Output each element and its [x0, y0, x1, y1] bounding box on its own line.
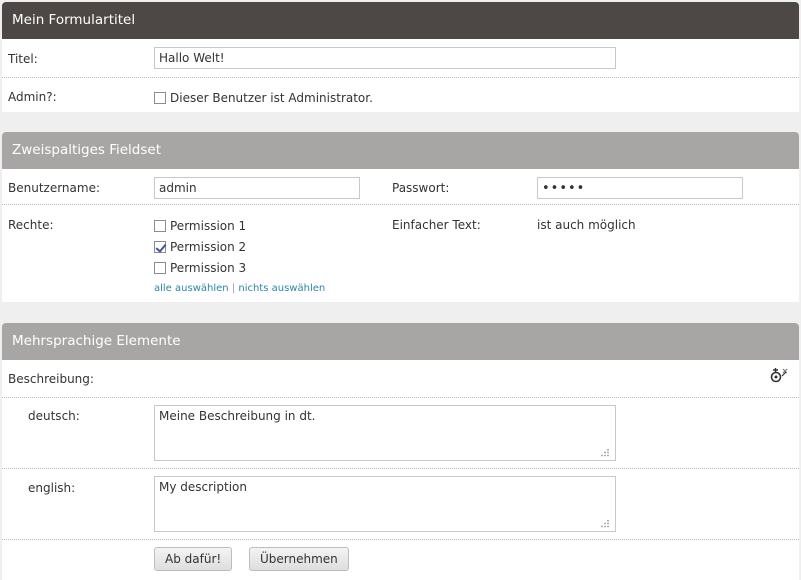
permission-1-label: Permission 1	[170, 219, 247, 233]
button-row: Ab dafür! Übernehmen	[2, 539, 799, 580]
language-row-en: english: My description	[2, 468, 799, 539]
language-label-en: english:	[28, 481, 76, 495]
language-row-de: deutsch: Meine Beschreibung in dt.	[2, 397, 799, 468]
language-toggle-icon[interactable]	[770, 366, 790, 384]
title-label: Titel:	[8, 52, 38, 66]
permission-3-row[interactable]: Permission 3	[154, 260, 246, 276]
admin-row: Admin?: Dieser Benutzer ist Administrato…	[2, 77, 799, 112]
panel-title: Mein Formulartitel	[2, 2, 799, 39]
select-links: alle auswählen | nichts auswählen	[154, 283, 325, 294]
permission-2-checkbox[interactable]	[154, 241, 166, 253]
resize-grip-icon[interactable]	[600, 449, 610, 457]
multilingual-panel: Mehrsprachige Elemente Beschreibung: deu…	[2, 323, 799, 580]
permission-1-row[interactable]: Permission 1	[154, 218, 246, 234]
admin-checkbox-label: Dieser Benutzer ist Administrator.	[170, 91, 373, 105]
permission-3-checkbox[interactable]	[154, 262, 166, 274]
select-all-link[interactable]: alle auswählen	[154, 283, 229, 294]
permission-3-label: Permission 3	[170, 261, 247, 275]
panel-title: Zweispaltiges Fieldset	[2, 132, 799, 169]
credentials-row: Benutzername: Passwort:	[2, 169, 799, 204]
password-input[interactable]	[537, 177, 743, 199]
permission-2-label: Permission 2	[170, 240, 247, 254]
resize-grip-icon[interactable]	[600, 520, 610, 528]
description-row: Beschreibung:	[2, 360, 799, 397]
rights-row: Rechte: Permission 1 Permission 2 Permis…	[2, 204, 799, 302]
form-panel-main: Mein Formulartitel Titel: Admin?: Dieser…	[2, 2, 799, 112]
language-label-de: deutsch:	[28, 409, 80, 423]
fieldset-two-column: Zweispaltiges Fieldset Benutzername: Pas…	[2, 132, 799, 302]
apply-button[interactable]: Übernehmen	[249, 547, 349, 571]
plain-text-label: Einfacher Text:	[392, 218, 481, 232]
select-none-link[interactable]: nichts auswählen	[238, 283, 325, 294]
password-label: Passwort:	[392, 181, 450, 195]
description-en-textarea[interactable]: My description	[154, 476, 616, 532]
panel-title: Mehrsprachige Elemente	[2, 323, 799, 360]
title-input[interactable]	[154, 47, 616, 69]
description-de-textarea[interactable]: Meine Beschreibung in dt.	[154, 405, 616, 461]
username-label: Benutzername:	[8, 181, 101, 195]
submit-button[interactable]: Ab dafür!	[154, 547, 233, 571]
admin-checkbox-row[interactable]: Dieser Benutzer ist Administrator.	[154, 90, 373, 106]
permission-1-checkbox[interactable]	[154, 220, 166, 232]
rights-label: Rechte:	[8, 218, 54, 232]
plain-text-value: ist auch möglich	[537, 218, 636, 232]
title-row: Titel:	[2, 39, 799, 77]
username-input[interactable]	[154, 177, 360, 199]
admin-checkbox[interactable]	[154, 92, 166, 104]
permission-2-row[interactable]: Permission 2	[154, 239, 246, 255]
link-separator: |	[231, 283, 236, 294]
admin-label: Admin?:	[8, 90, 57, 104]
description-label: Beschreibung:	[8, 372, 94, 386]
